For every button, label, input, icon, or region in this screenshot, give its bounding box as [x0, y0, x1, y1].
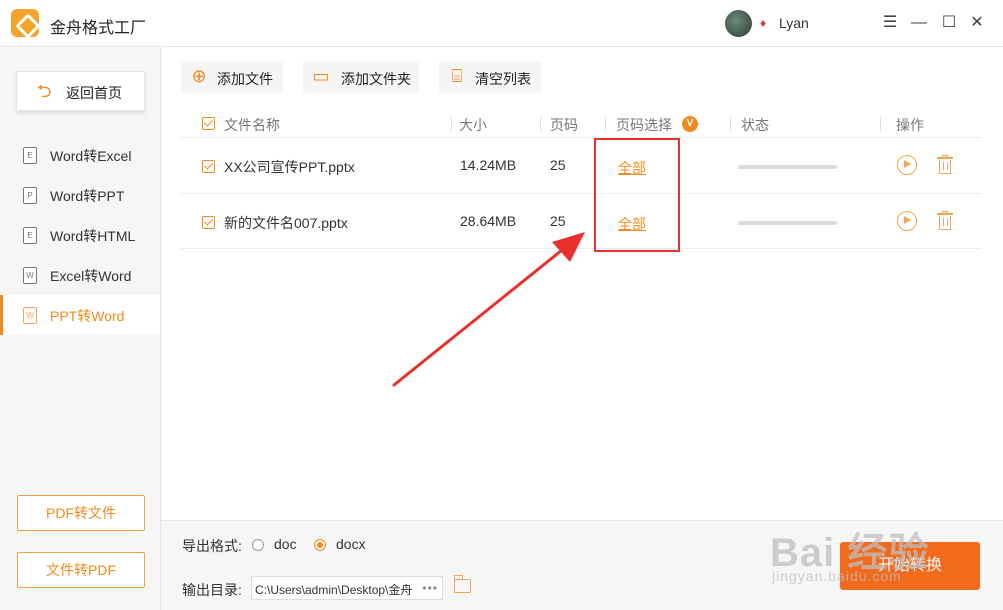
document-icon: W [23, 307, 37, 324]
output-path-field[interactable]: C:\Users\admin\Desktop\金舟 ••• [251, 576, 443, 600]
sidebar-item-label: PPT转Word [50, 308, 125, 324]
clear-list-label: 清空列表 [475, 71, 531, 87]
output-path-value: C:\Users\admin\Desktop\金舟 [255, 583, 413, 597]
vip-diamond-icon: ♦ [760, 16, 767, 30]
close-button[interactable]: ✕ [967, 13, 987, 33]
maximize-button[interactable]: ☐ [939, 13, 959, 33]
column-divider [730, 117, 731, 131]
column-header-size: 大小 [459, 117, 487, 133]
basket-icon: ⌸ [451, 66, 463, 86]
menu-icon[interactable]: ☰ [880, 13, 900, 33]
page-count: 25 [550, 157, 566, 173]
format-radio-doc[interactable] [252, 539, 264, 551]
title-bar: 金舟格式工厂 ♦ Lyan ☰ — ☐ ✕ [0, 0, 1003, 47]
sidebar-item-word-to-excel[interactable]: E Word转Excel [0, 135, 160, 175]
column-header-pages: 页码 [550, 117, 578, 133]
row-checkbox[interactable] [202, 160, 215, 173]
back-arrow-icon: ⮌ [37, 81, 52, 101]
sidebar-item-ppt-to-word[interactable]: W PPT转Word [0, 295, 160, 335]
table-header: 文件名称 大小 页码 页码选择 V 状态 操作 [181, 113, 981, 137]
file-to-pdf-button[interactable]: 文件转PDF [17, 552, 145, 588]
app-title: 金舟格式工厂 [50, 20, 147, 37]
annotation-highlight-box [594, 138, 680, 252]
clear-list-button[interactable]: ⌸ 清空列表 [439, 61, 541, 93]
trash-icon[interactable] [937, 211, 953, 231]
play-icon[interactable] [897, 155, 917, 175]
add-file-label: 添加文件 [217, 71, 273, 87]
play-icon[interactable] [897, 211, 917, 231]
select-all-checkbox[interactable] [202, 117, 215, 130]
add-folder-label: 添加文件夹 [341, 71, 411, 87]
sidebar-item-label: Word转PPT [50, 188, 125, 204]
app-logo-icon [11, 9, 39, 37]
row-checkbox[interactable] [202, 216, 215, 229]
document-icon: W [23, 267, 37, 284]
column-header-name: 文件名称 [224, 117, 280, 133]
format-label-doc[interactable]: doc [274, 536, 297, 552]
column-divider [451, 117, 452, 131]
column-divider [880, 117, 881, 131]
open-folder-icon[interactable] [453, 575, 471, 593]
column-divider [605, 117, 606, 131]
trash-icon[interactable] [937, 155, 953, 175]
sidebar-item-word-to-ppt[interactable]: P Word转PPT [0, 175, 160, 215]
user-avatar[interactable] [725, 10, 752, 37]
export-format-label: 导出格式: [182, 538, 242, 554]
progress-bar [738, 221, 837, 225]
pdf-to-file-button[interactable]: PDF转文件 [17, 495, 145, 531]
table-row[interactable]: XX公司宣传PPT.pptx 14.24MB 25 全部 [181, 137, 981, 193]
sidebar-item-label: Word转Excel [50, 148, 132, 164]
page-select-dropdown-badge[interactable]: V [682, 116, 698, 132]
file-name: XX公司宣传PPT.pptx [224, 159, 355, 175]
progress-bar [738, 165, 837, 169]
sidebar-item-excel-to-word[interactable]: W Excel转Word [0, 255, 160, 295]
file-size: 14.24MB [460, 157, 517, 173]
home-button-label: 返回首页 [66, 85, 122, 101]
browse-more-button[interactable]: ••• [422, 581, 438, 595]
home-button[interactable]: ⮌ 返回首页 [16, 71, 145, 111]
format-radio-docx[interactable] [314, 539, 326, 551]
column-header-page-select: 页码选择 [616, 117, 672, 133]
folder-icon: ▭ [312, 66, 330, 86]
document-icon: E [23, 227, 37, 244]
sidebar-item-label: Word转HTML [50, 228, 136, 244]
start-convert-button[interactable]: 开始转换 [840, 542, 980, 590]
column-header-actions: 操作 [896, 117, 924, 133]
format-label-docx[interactable]: docx [336, 536, 366, 552]
minimize-button[interactable]: — [909, 13, 929, 33]
document-icon: E [23, 147, 37, 164]
annotation-arrow [392, 232, 585, 387]
footer-panel: 导出格式: doc docx 输出目录: C:\Users\admin\Desk… [161, 520, 1003, 610]
username[interactable]: Lyan [779, 15, 809, 31]
document-icon: P [23, 187, 37, 204]
sidebar-item-word-to-html[interactable]: E Word转HTML [0, 215, 160, 255]
output-directory-label: 输出目录: [182, 582, 242, 598]
column-divider [540, 117, 541, 131]
plus-circle-icon: ⊕ [191, 66, 207, 86]
sidebar-item-label: Excel转Word [50, 268, 132, 284]
add-folder-button[interactable]: ▭ 添加文件夹 [303, 61, 419, 93]
column-header-status: 状态 [741, 117, 769, 133]
add-file-button[interactable]: ⊕ 添加文件 [181, 61, 283, 93]
file-name: 新的文件名007.pptx [224, 215, 348, 231]
sidebar: ⮌ 返回首页 E Word转Excel P Word转PPT E Word转HT… [0, 47, 161, 610]
